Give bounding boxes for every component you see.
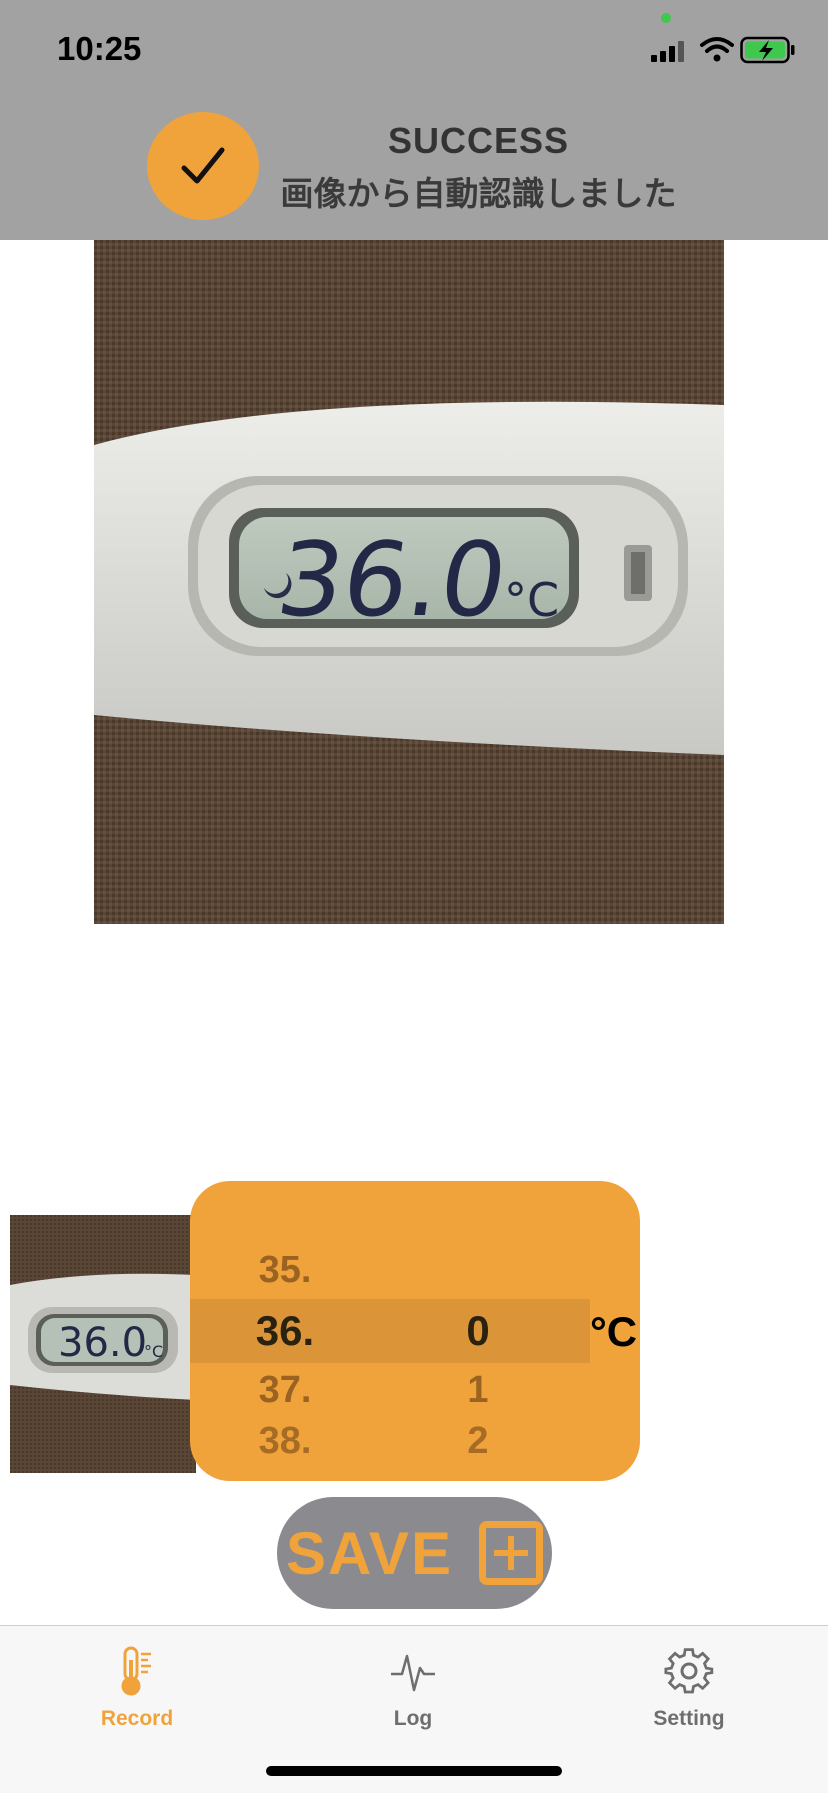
picker-integer-option[interactable]: 38. xyxy=(230,1420,340,1463)
cellular-signal-icon xyxy=(651,41,684,62)
wifi-icon xyxy=(700,37,734,62)
picker-integer-option[interactable]: 35. xyxy=(230,1249,340,1292)
status-time: 10:25 xyxy=(57,30,142,67)
svg-text:°C: °C xyxy=(144,1342,163,1361)
picker-integer-option[interactable]: 37. xyxy=(230,1369,340,1412)
svg-text:36.0: 36.0 xyxy=(58,1320,147,1366)
tab-log[interactable]: Log xyxy=(333,1646,493,1731)
plus-square-icon xyxy=(478,1521,543,1585)
tab-record[interactable]: Record xyxy=(57,1646,217,1731)
tab-setting-label: Setting xyxy=(653,1707,725,1730)
picker-decimal-option[interactable]: 1 xyxy=(438,1369,518,1412)
temperature-picker[interactable]: 35. 36. 37. 38. 0 1 2 xyxy=(190,1181,640,1481)
gear-icon xyxy=(664,1648,714,1694)
picker-integer-selected[interactable]: 36. xyxy=(230,1307,340,1355)
success-message: 画像から自動認識しました xyxy=(280,174,677,213)
success-check-icon xyxy=(147,112,259,220)
tab-record-label: Record xyxy=(100,1707,174,1730)
tab-setting[interactable]: Setting xyxy=(609,1646,769,1731)
picker-decimal-option[interactable]: 2 xyxy=(438,1420,518,1463)
temperature-unit-label: °C xyxy=(590,1308,638,1355)
save-button[interactable]: SAVE xyxy=(277,1497,552,1609)
tab-log-label: Log xyxy=(393,1707,433,1730)
home-indicator[interactable] xyxy=(266,1766,562,1776)
save-button-label: SAVE xyxy=(286,1519,453,1587)
svg-text:°C: °C xyxy=(504,573,559,627)
svg-text:36.0: 36.0 xyxy=(270,521,514,639)
captured-thermometer-photo: 36.0 °C xyxy=(94,240,724,924)
picker-decimal-selected[interactable]: 0 xyxy=(438,1307,518,1355)
privacy-indicator-dot xyxy=(661,13,671,23)
battery-charging-icon xyxy=(740,36,795,64)
success-banner: 10:25 SUCCESS 画像から自動認識しました xyxy=(0,0,828,240)
heartbeat-icon xyxy=(391,1654,435,1692)
success-title: SUCCESS xyxy=(387,120,570,161)
thermometer-icon xyxy=(121,1646,151,1696)
photo-thumbnail[interactable]: 36.0 °C xyxy=(10,1215,196,1473)
